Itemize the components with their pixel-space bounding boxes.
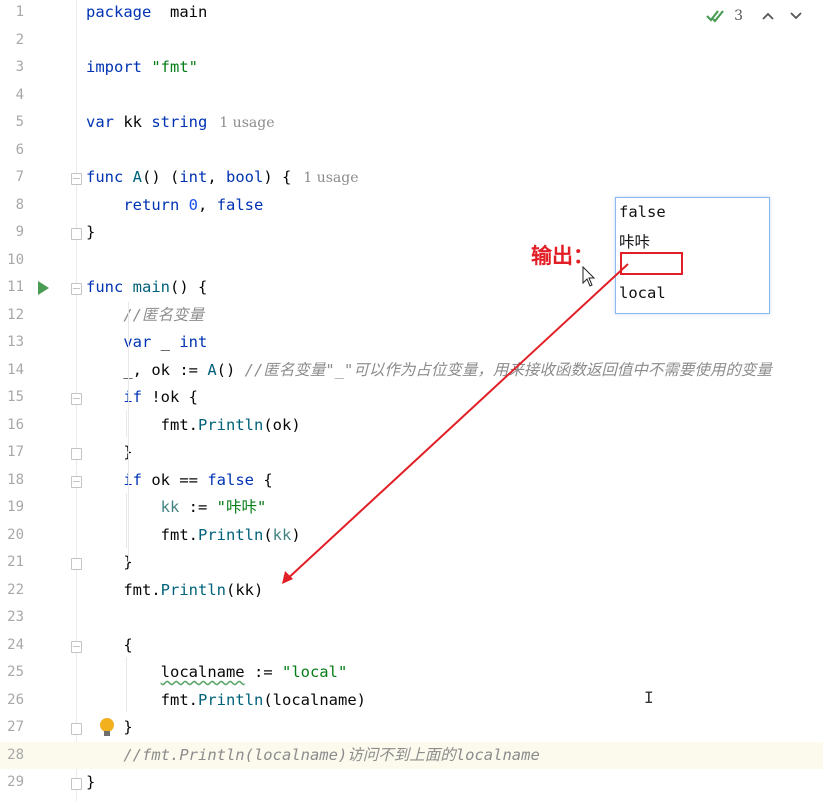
annotation-arrow [282, 263, 629, 584]
text-cursor-icon: I [644, 688, 654, 707]
